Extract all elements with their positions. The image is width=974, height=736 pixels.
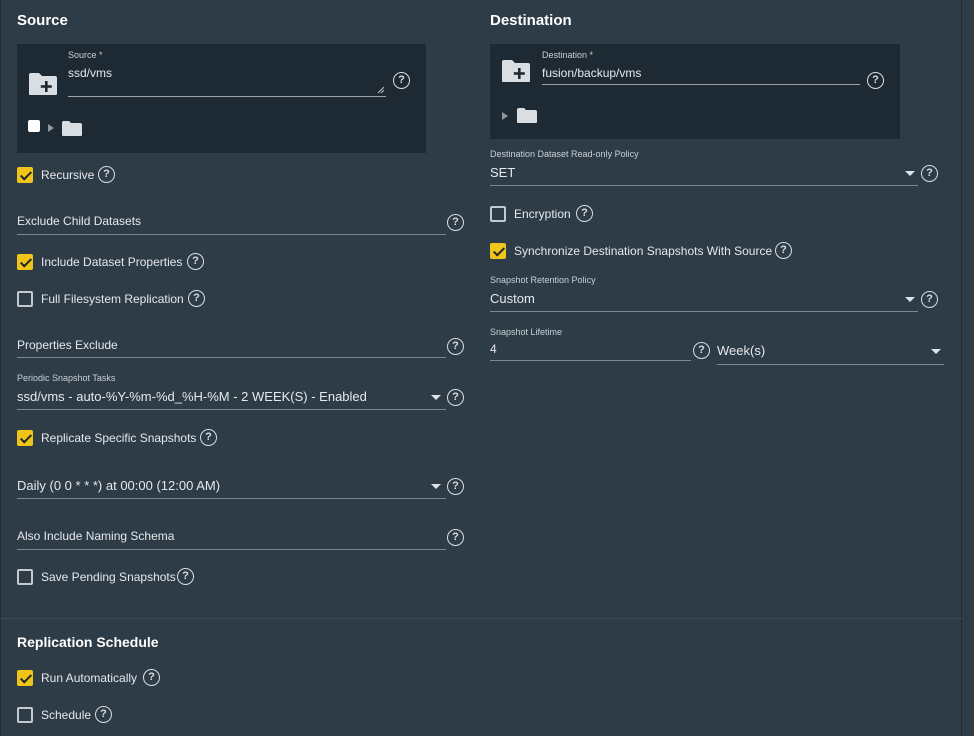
lifetime-unit-select[interactable]: Week(s) [717,343,765,358]
include-properties-checkbox[interactable] [17,254,33,270]
lifetime-unit-underline [717,364,944,365]
replication-schedule-title: Replication Schedule [17,634,159,650]
exclude-child-datasets-input[interactable]: Exclude Child Datasets [17,214,141,228]
exclude-child-underline [17,234,446,235]
include-properties-help-icon[interactable]: ? [187,253,204,270]
resize-handle-icon[interactable] [377,86,385,94]
sync-snapshots-label: Synchronize Destination Snapshots With S… [514,244,773,258]
readonly-policy-help-icon[interactable]: ? [921,165,938,182]
snapshot-schedule-dropdown-icon[interactable] [431,484,441,489]
lifetime-unit-dropdown-icon[interactable] [931,349,941,354]
snapshot-lifetime-label: Snapshot Lifetime [490,327,563,337]
encryption-label: Encryption [514,207,571,221]
properties-exclude-help-icon[interactable]: ? [447,338,464,355]
save-pending-help-icon[interactable]: ? [177,568,194,585]
destination-input[interactable]: fusion/backup/vms [542,66,641,80]
destination-help-icon[interactable]: ? [867,72,884,89]
readonly-policy-underline [490,185,918,186]
naming-schema-help-icon[interactable]: ? [447,529,464,546]
replicate-specific-checkbox[interactable] [17,430,33,446]
destination-explorer-panel: Destination * fusion/backup/vms ? [490,44,900,139]
periodic-tasks-help-icon[interactable]: ? [447,389,464,406]
source-input[interactable]: ssd/vms [68,66,112,80]
replicate-specific-label: Replicate Specific Snapshots [41,431,197,445]
recursive-checkbox[interactable] [17,167,33,183]
encryption-checkbox[interactable] [490,206,506,222]
source-help-icon[interactable]: ? [393,72,410,89]
retention-policy-select[interactable]: Custom [490,291,535,306]
full-filesystem-help-icon[interactable]: ? [188,290,205,307]
destination-input-underline [542,84,860,85]
readonly-policy-label: Destination Dataset Read-only Policy [490,149,639,159]
naming-schema-input[interactable]: Also Include Naming Schema [17,529,174,543]
section-divider [0,618,962,619]
folder-icon [62,121,82,136]
full-filesystem-checkbox[interactable] [17,291,33,307]
source-input-underline [68,96,386,97]
source-section-title: Source [17,12,68,29]
snapshot-lifetime-underline [490,360,691,361]
properties-exclude-input[interactable]: Properties Exclude [17,338,118,352]
source-field-label: Source * [68,50,103,60]
expand-arrow-icon[interactable] [48,124,54,132]
snapshot-schedule-underline [17,498,446,499]
destination-field-label: Destination * [542,50,594,60]
properties-exclude-underline [17,357,446,358]
retention-policy-help-icon[interactable]: ? [921,291,938,308]
exclude-child-help-icon[interactable]: ? [447,214,464,231]
recursive-label: Recursive [41,168,95,182]
periodic-tasks-dropdown-icon[interactable] [431,395,441,400]
snapshot-schedule-help-icon[interactable]: ? [447,478,464,495]
run-automatically-checkbox[interactable] [17,670,33,686]
periodic-tasks-select[interactable]: ssd/vms - auto-%Y-%m-%d_%H-%M - 2 WEEK(S… [17,389,367,404]
schedule-label: Schedule [41,708,92,722]
naming-schema-underline [17,549,446,550]
periodic-tasks-underline [17,409,446,410]
source-explorer-panel: Source * ssd/vms ? [17,44,426,153]
schedule-checkbox[interactable] [17,707,33,723]
folder-icon [517,108,537,123]
encryption-help-icon[interactable]: ? [576,205,593,222]
expand-arrow-icon[interactable] [502,112,508,120]
sync-snapshots-checkbox[interactable] [490,243,506,259]
replicate-specific-help-icon[interactable]: ? [200,429,217,446]
source-tree-checkbox[interactable] [28,120,40,132]
destination-section-title: Destination [490,12,572,29]
snapshot-lifetime-input[interactable]: 4 [490,342,497,356]
save-pending-label: Save Pending Snapshots [41,570,176,584]
retention-policy-dropdown-icon[interactable] [905,297,915,302]
schedule-help-icon[interactable]: ? [95,706,112,723]
readonly-policy-select[interactable]: SET [490,165,515,180]
run-automatically-help-icon[interactable]: ? [143,669,160,686]
sync-snapshots-help-icon[interactable]: ? [775,242,792,259]
add-folder-icon[interactable] [28,72,58,96]
full-filesystem-label: Full Filesystem Replication [41,292,184,306]
add-folder-icon[interactable] [501,59,531,83]
snapshot-lifetime-help-icon[interactable]: ? [693,342,710,359]
snapshot-schedule-select[interactable]: Daily (0 0 * * *) at 00:00 (12:00 AM) [17,478,220,493]
readonly-policy-dropdown-icon[interactable] [905,171,915,176]
retention-policy-label: Snapshot Retention Policy [490,275,596,285]
run-automatically-label: Run Automatically [41,671,138,685]
retention-policy-underline [490,311,918,312]
recursive-help-icon[interactable]: ? [98,166,115,183]
periodic-tasks-label: Periodic Snapshot Tasks [17,373,116,383]
save-pending-checkbox[interactable] [17,569,33,585]
include-properties-label: Include Dataset Properties [41,255,183,269]
